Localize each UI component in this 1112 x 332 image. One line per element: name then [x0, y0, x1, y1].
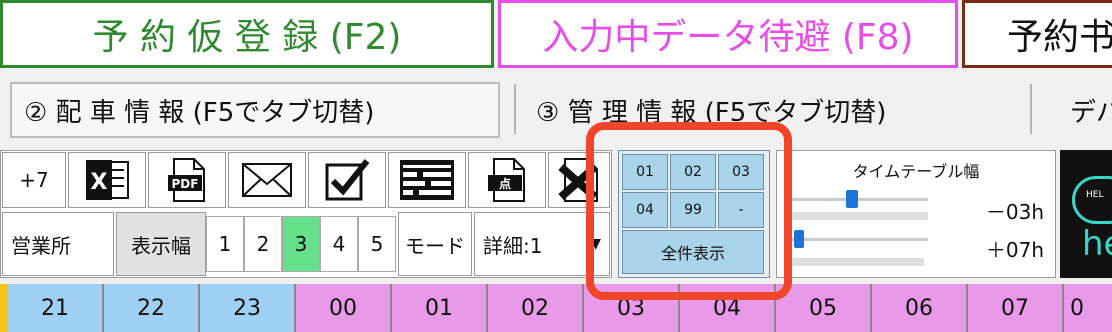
hour-label: 07 [1001, 295, 1029, 321]
timetable-before-value: －03h [985, 200, 1044, 224]
hour-cell[interactable]: 23 [200, 284, 296, 332]
svg-text:X: X [91, 170, 108, 195]
plus-seven-days-button[interactable]: +7 [2, 152, 66, 208]
reservation-cut-label: 予約书 [1007, 17, 1112, 58]
tab-divider [1030, 84, 1032, 134]
timetable-after-track-shadow [784, 258, 924, 266]
hour-label: 05 [809, 295, 837, 321]
pdf-icon: PDF [168, 158, 205, 202]
hour-cell[interactable]: 0 [1064, 284, 1112, 332]
timetable-title: タイムテーブル幅 [852, 162, 980, 181]
width-option-4[interactable]: 4 [320, 216, 358, 272]
excel-export-button[interactable]: X [68, 152, 146, 208]
speech-bubble-icon [1072, 176, 1112, 224]
tab-dispatch-info[interactable]: ② 配 車 情 報 (F5でタブ切替) [10, 82, 500, 138]
display-width-label-box: 表示幅 [116, 212, 206, 276]
inspection-document-icon: 点 [488, 158, 525, 202]
mode-label-box: モード [398, 212, 472, 276]
inspection-report-button[interactable]: 点 [468, 152, 546, 208]
brand-text: he [1082, 224, 1112, 264]
hour-cell[interactable]: 06 [872, 284, 968, 332]
mode-value: 詳細:1 [483, 233, 543, 258]
hour-label: 0 [1070, 295, 1084, 321]
hour-label: 21 [41, 295, 69, 321]
tab-divider [514, 84, 516, 134]
provisional-reservation-label: 予 約 仮 登 録 (F2) [92, 17, 402, 58]
envelope-icon [242, 163, 292, 197]
hour-cell[interactable]: 02 [488, 284, 584, 332]
width-option-label: 4 [332, 232, 346, 256]
hour-label: 22 [137, 295, 165, 321]
hour-cell[interactable]: 22 [104, 284, 200, 332]
hour-label: 06 [905, 295, 933, 321]
mode-label: モード [405, 233, 465, 258]
width-option-label: 5 [370, 232, 384, 256]
width-option-label: 2 [256, 232, 270, 256]
svg-text:PDF: PDF [172, 177, 199, 191]
office-selector[interactable]: 営業所 [2, 212, 114, 276]
width-option-3[interactable]: 3 [282, 216, 320, 272]
office-label: 営業所 [11, 233, 71, 258]
hour-cell[interactable]: 21 [8, 284, 104, 332]
timetable-after-slider[interactable] [794, 230, 804, 248]
hour-cell[interactable]: 05 [776, 284, 872, 332]
data-standby-label: 入力中データ待避 (F8) [542, 17, 914, 58]
hour-cell[interactable]: 00 [296, 284, 392, 332]
timetable-before-slider[interactable] [846, 190, 858, 208]
hour-label: 01 [425, 295, 453, 321]
checkbox-icon [325, 159, 370, 201]
hour-cell[interactable]: 01 [392, 284, 488, 332]
width-option-label: 3 [294, 232, 308, 256]
current-time-marker [0, 284, 8, 332]
schedule-board-icon [400, 160, 454, 200]
brand-logo: HEL he [1060, 150, 1112, 278]
timetable-before-track-shadow [784, 212, 928, 220]
reservation-cut-button[interactable]: 予約书 [962, 0, 1112, 68]
confirm-check-button[interactable] [308, 152, 386, 208]
mail-button[interactable] [228, 152, 306, 208]
width-option-1[interactable]: 1 [206, 216, 244, 272]
pdf-export-button[interactable]: PDF [148, 152, 226, 208]
display-width-label: 表示幅 [131, 233, 191, 258]
timetable-after-track [784, 238, 928, 241]
hour-label: 00 [329, 295, 357, 321]
width-option-label: 1 [218, 232, 232, 256]
width-option-2[interactable]: 2 [244, 216, 282, 272]
schedule-board-button[interactable] [388, 152, 466, 208]
hour-label: 02 [521, 295, 549, 321]
plus-days-label: +7 [19, 168, 49, 192]
tab-more-label: デバ [1070, 97, 1112, 128]
hour-label: 23 [233, 295, 261, 321]
brand-small-text: HEL [1086, 190, 1104, 200]
data-standby-button[interactable]: 入力中データ待避 (F8) [498, 0, 958, 68]
width-option-5[interactable]: 5 [358, 216, 396, 272]
timetable-after-value: ＋07h [985, 238, 1044, 262]
provisional-reservation-button[interactable]: 予 約 仮 登 録 (F2) [0, 0, 494, 68]
excel-icon: X [86, 160, 129, 200]
tab-more[interactable]: デバ [1040, 82, 1112, 138]
svg-text:点: 点 [499, 176, 511, 191]
hour-cell[interactable]: 07 [968, 284, 1064, 332]
tab-dispatch-info-label: ② 配 車 情 報 (F5でタブ切替) [24, 97, 375, 128]
highlight-box [586, 122, 792, 300]
